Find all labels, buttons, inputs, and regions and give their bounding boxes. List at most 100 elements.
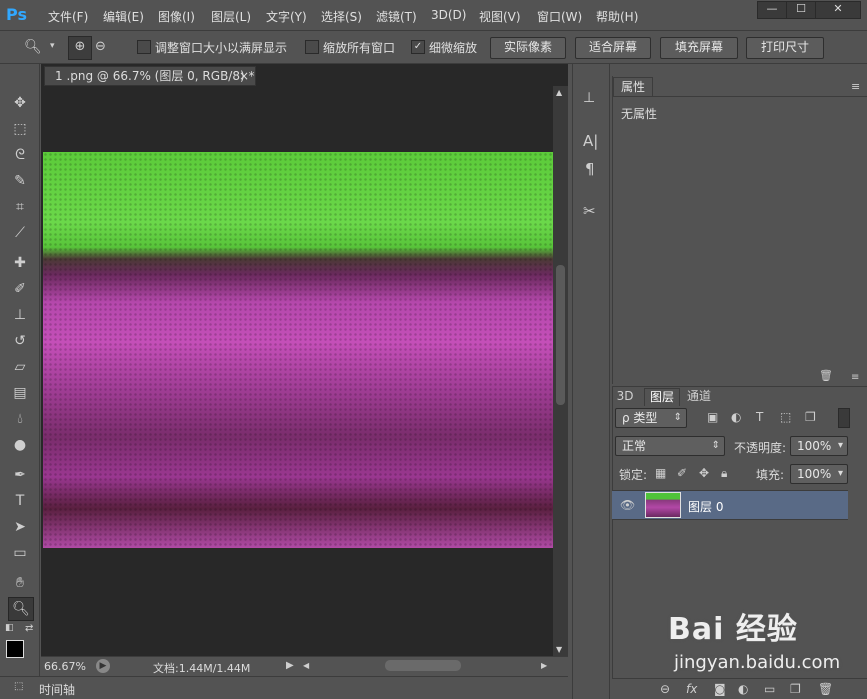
chevron-down-icon: ▾ [837,440,843,451]
blur-tool-icon[interactable]: 💧︎ [8,408,32,430]
lock-pixels-icon[interactable]: ✐ [677,466,687,480]
properties-tab[interactable]: 属性 [613,77,653,96]
path-selection-tool-icon[interactable]: ➤ [8,516,32,538]
foreground-color-swatch[interactable] [6,640,24,658]
layer-name[interactable]: 图层 0 [688,498,723,515]
horizontal-scroll-thumb[interactable] [385,660,461,671]
dodge-tool-icon[interactable]: ● [8,434,32,456]
menu-3d[interactable]: 3D(D) [431,8,466,22]
vertical-scroll-thumb[interactable] [556,265,565,405]
menu-view[interactable]: 视图(V) [479,8,521,25]
baidu-watermark: Bai 经验 jingyan.baidu.com [668,604,864,694]
eye-icon[interactable]: 👁︎ [620,498,635,512]
layer-filter-dropdown[interactable]: ρ 类型 ⇕ [615,408,687,428]
history-brush-tool-icon[interactable]: ↺ [8,330,32,352]
fill-label: 填充: [756,468,785,482]
fit-screen-button[interactable]: 适合屏幕 [575,37,651,59]
chevron-down-icon: ⇕ [673,412,682,423]
character-panel-icon[interactable]: A| [583,132,598,150]
scroll-down-icon[interactable]: ▼ [556,645,562,654]
eraser-tool-icon[interactable]: ▱ [8,356,32,378]
type-filter-icon[interactable]: T [756,410,763,424]
crop-tool-icon[interactable]: ⌗ [8,196,32,218]
menu-file[interactable]: 文件(F) [48,8,88,25]
pen-tool-icon[interactable]: ✒ [8,464,32,486]
scroll-right-icon[interactable]: ▶ [541,661,547,670]
menu-window[interactable]: 窗口(W) [537,8,582,25]
move-tool-icon[interactable]: ✥ [8,92,32,114]
status-menu-arrow-icon[interactable]: ▶ [286,660,294,671]
quick-selection-tool-icon[interactable]: ✎ [8,170,32,192]
blend-mode-dropdown[interactable]: 正常 ⇕ [615,436,725,456]
zoom-tool-icon[interactable]: 🔍︎ [8,597,34,621]
filter-toggle-icon[interactable] [838,408,850,428]
zoom-all-windows-checkbox[interactable] [305,40,319,54]
marquee-tool-icon[interactable]: ⬚ [8,118,32,140]
menu-help[interactable]: 帮助(H) [596,8,638,25]
fill-screen-button[interactable]: 填充屏幕 [660,37,738,59]
close-tab-icon[interactable]: × [239,67,249,85]
tab-layers[interactable]: 图层 [644,388,680,406]
scrubby-zoom-label: 细微缩放 [429,41,478,55]
shape-filter-icon[interactable]: ⬚ [780,410,791,424]
print-size-button[interactable]: 打印尺寸 [746,37,824,59]
brush-tool-icon[interactable]: ✐ [8,278,32,300]
tab-channels[interactable]: 通道 [682,388,716,405]
menu-filter[interactable]: 滤镜(T) [376,8,417,25]
paragraph-panel-icon[interactable]: ¶ [585,160,595,178]
opacity-field[interactable]: 100% ▾ [790,436,848,456]
fill-value: 100% [797,467,832,481]
close-window-button[interactable]: ✕ [815,1,861,19]
share-icon[interactable]: ▶ [96,659,110,673]
swap-colors-icon[interactable]: ⇄ [25,623,33,634]
menu-image[interactable]: 图像(I) [158,8,195,25]
actual-pixels-button[interactable]: 实际像素 [490,37,566,59]
minimize-button[interactable]: — [757,1,787,19]
menu-type[interactable]: 文字(Y) [266,8,307,25]
document-tab-title: 1 .png @ 66.7% (图层 0, RGB/8) * [55,69,255,83]
clone-stamp-tool-icon[interactable]: ⊥ [8,304,32,326]
lock-label: 锁定: [619,468,648,482]
zoom-in-icon[interactable]: ⊕ [68,36,92,60]
resize-windows-checkbox[interactable] [137,40,151,54]
fill-field[interactable]: 100% ▾ [790,464,848,484]
scroll-up-icon[interactable]: ▲ [556,88,562,97]
lock-position-icon[interactable]: ✥ [699,466,709,480]
panel-menu-icon[interactable]: ≡ [851,80,860,93]
menu-edit[interactable]: 编辑(E) [103,8,144,25]
scrubby-zoom-checkbox[interactable]: ✓ [411,40,425,54]
healing-brush-tool-icon[interactable]: ✚ [8,252,32,274]
zoom-out-icon[interactable]: ⊖ [95,39,106,54]
zoom-tool-preset-icon[interactable]: 🔍︎ [24,39,42,55]
pixel-filter-icon[interactable]: ▣ [707,410,718,424]
opacity-value: 100% [797,439,832,453]
tab-3d[interactable]: 3D [614,388,636,405]
lock-transparent-icon[interactable]: ▦ [655,466,666,480]
lasso-tool-icon[interactable]: ᘓ [8,144,32,166]
history-panel-icon[interactable]: ⊥ [583,90,595,106]
rectangle-tool-icon[interactable]: ▭ [8,542,32,564]
adjustment-filter-icon[interactable]: ◐ [731,410,741,424]
lock-all-icon[interactable]: 🔒︎ [721,466,727,481]
layer-thumbnail[interactable] [645,492,681,518]
chevron-down-icon[interactable]: ▾ [50,41,55,51]
scroll-left-icon[interactable]: ◀ [303,661,309,670]
timeline-label[interactable]: 时间轴 [39,681,75,698]
timeline-icon[interactable]: ⬚ [14,681,23,692]
menu-bar: Ps 文件(F) 编辑(E) 图像(I) 图层(L) 文字(Y) 选择(S) 滤… [0,0,867,31]
zoom-level[interactable]: 66.67% [44,660,86,673]
menu-layer[interactable]: 图层(L) [211,8,251,25]
tool-presets-panel-icon[interactable]: ✂ [583,202,596,220]
default-colors-icon[interactable]: ◧ [5,623,14,633]
panel-menu-icon[interactable]: ≡ [851,372,859,383]
document-tab[interactable]: 1 .png @ 66.7% (图层 0, RGB/8) * × [44,66,256,86]
menu-select[interactable]: 选择(S) [321,8,362,25]
eyedropper-tool-icon[interactable]: ⟋ [8,222,32,244]
trash-icon[interactable]: 🗑︎ [819,369,833,382]
type-tool-icon[interactable]: T [8,490,32,512]
smart-object-filter-icon[interactable]: ❐ [805,410,816,424]
hand-tool-icon[interactable]: ✋︎ [8,572,32,594]
gradient-tool-icon[interactable]: ▤ [8,382,32,404]
resize-windows-label: 调整窗口大小以满屏显示 [155,41,288,55]
maximize-button[interactable]: ☐ [786,1,816,19]
